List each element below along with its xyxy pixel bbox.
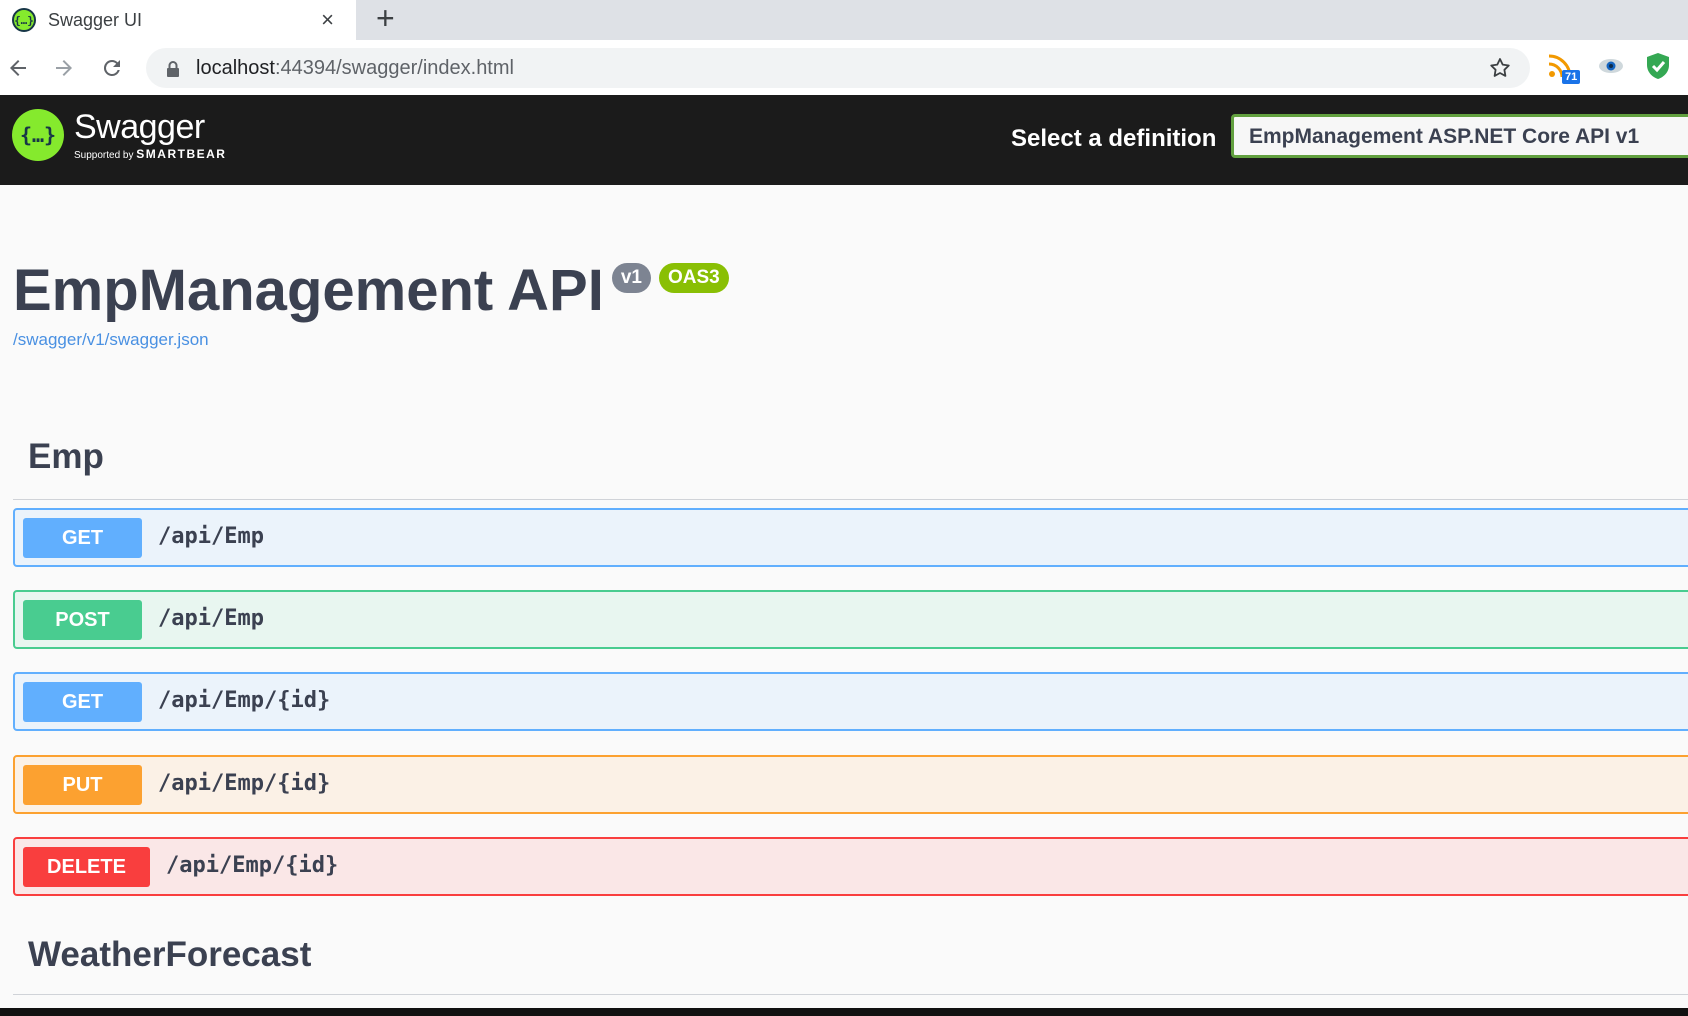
definition-label: Select a definition [1011, 125, 1217, 152]
section-title-weatherforecast[interactable]: WeatherForecast [28, 935, 311, 975]
title-row: EmpManagement API v1 OAS3 [13, 258, 729, 324]
browser-tabstrip: {…} Swagger UI × + [0, 0, 1688, 40]
reload-icon [103, 59, 120, 76]
api-title: EmpManagement API [13, 258, 604, 323]
operation-delete-api-emp-id[interactable]: DELETE /api/Emp/{id} [13, 837, 1688, 896]
browser-toolbar: localhost:44394/swagger/index.html 71 [0, 40, 1688, 95]
reload-button[interactable] [94, 50, 130, 86]
rss-extension-button[interactable]: 71 [1548, 52, 1582, 86]
eye-icon [1599, 59, 1623, 73]
url-text[interactable]: localhost:44394/swagger/index.html [196, 56, 514, 80]
forward-button[interactable] [46, 50, 82, 86]
eye-extension-button[interactable] [1597, 52, 1631, 86]
spec-json-link[interactable]: /swagger/v1/swagger.json [13, 330, 729, 350]
browser-tab-swagger[interactable]: {…} Swagger UI × [0, 0, 356, 40]
operation-post-api-emp[interactable]: POST /api/Emp [13, 590, 1688, 649]
operation-path: /api/Emp [158, 524, 264, 549]
method-badge-delete: DELETE [23, 847, 150, 887]
swagger-topbar: {…} Swagger Supported by SMARTBEAR Selec… [0, 95, 1688, 185]
section-divider [13, 499, 1688, 500]
operation-get-api-emp[interactable]: GET /api/Emp [13, 508, 1688, 567]
logo-name: Swagger [74, 108, 205, 146]
api-info: EmpManagement API v1 OAS3 /swagger/v1/sw… [13, 258, 729, 350]
operation-path: /api/Emp/{id} [158, 771, 331, 796]
bookmark-star-icon[interactable] [1488, 56, 1512, 80]
url-path: :44394/swagger/index.html [274, 57, 514, 79]
logo-supported-by: Supported by SMARTBEAR [74, 147, 226, 161]
shield-check-icon [1647, 53, 1669, 79]
new-tab-button[interactable]: + [376, 2, 395, 34]
definition-select[interactable]: EmpManagement ASP.NET Core API v1 [1231, 114, 1688, 158]
tab-title: Swagger UI [48, 9, 143, 30]
method-badge-put: PUT [23, 765, 142, 805]
swagger-logo-icon: {…} [12, 109, 64, 161]
url-host: localhost [196, 57, 275, 79]
version-badge: v1 [611, 263, 651, 293]
shield-extension-button[interactable] [1645, 52, 1679, 86]
section-title-emp[interactable]: Emp [28, 437, 104, 477]
operation-path: /api/Emp [158, 606, 264, 631]
address-bar[interactable]: localhost:44394/swagger/index.html [146, 48, 1530, 88]
method-badge-post: POST [23, 600, 142, 640]
method-badge-get: GET [23, 682, 142, 722]
swagger-logo-text: Swagger Supported by SMARTBEAR [74, 109, 226, 161]
operation-get-api-emp-id[interactable]: GET /api/Emp/{id} [13, 672, 1688, 731]
oas-badge: OAS3 [659, 263, 729, 293]
back-arrow-icon [10, 60, 26, 76]
supported-by-text: Supported by [74, 150, 134, 161]
close-tab-icon[interactable]: × [321, 8, 334, 32]
operation-put-api-emp-id[interactable]: PUT /api/Emp/{id} [13, 755, 1688, 814]
operation-path: /api/Emp/{id} [158, 688, 331, 713]
swagger-favicon-icon: {…} [12, 8, 36, 32]
lock-icon [167, 61, 179, 77]
smartbear-text: SMARTBEAR [136, 147, 227, 161]
section-divider [13, 994, 1688, 995]
operation-path: /api/Emp/{id} [166, 853, 339, 878]
method-badge-get: GET [23, 518, 142, 558]
back-button[interactable] [0, 50, 36, 86]
forward-arrow-icon [56, 60, 72, 76]
swagger-logo[interactable]: {…} Swagger Supported by SMARTBEAR [12, 109, 226, 161]
extension-badge-count: 71 [1562, 70, 1581, 84]
taskbar-strip [0, 1008, 1688, 1016]
